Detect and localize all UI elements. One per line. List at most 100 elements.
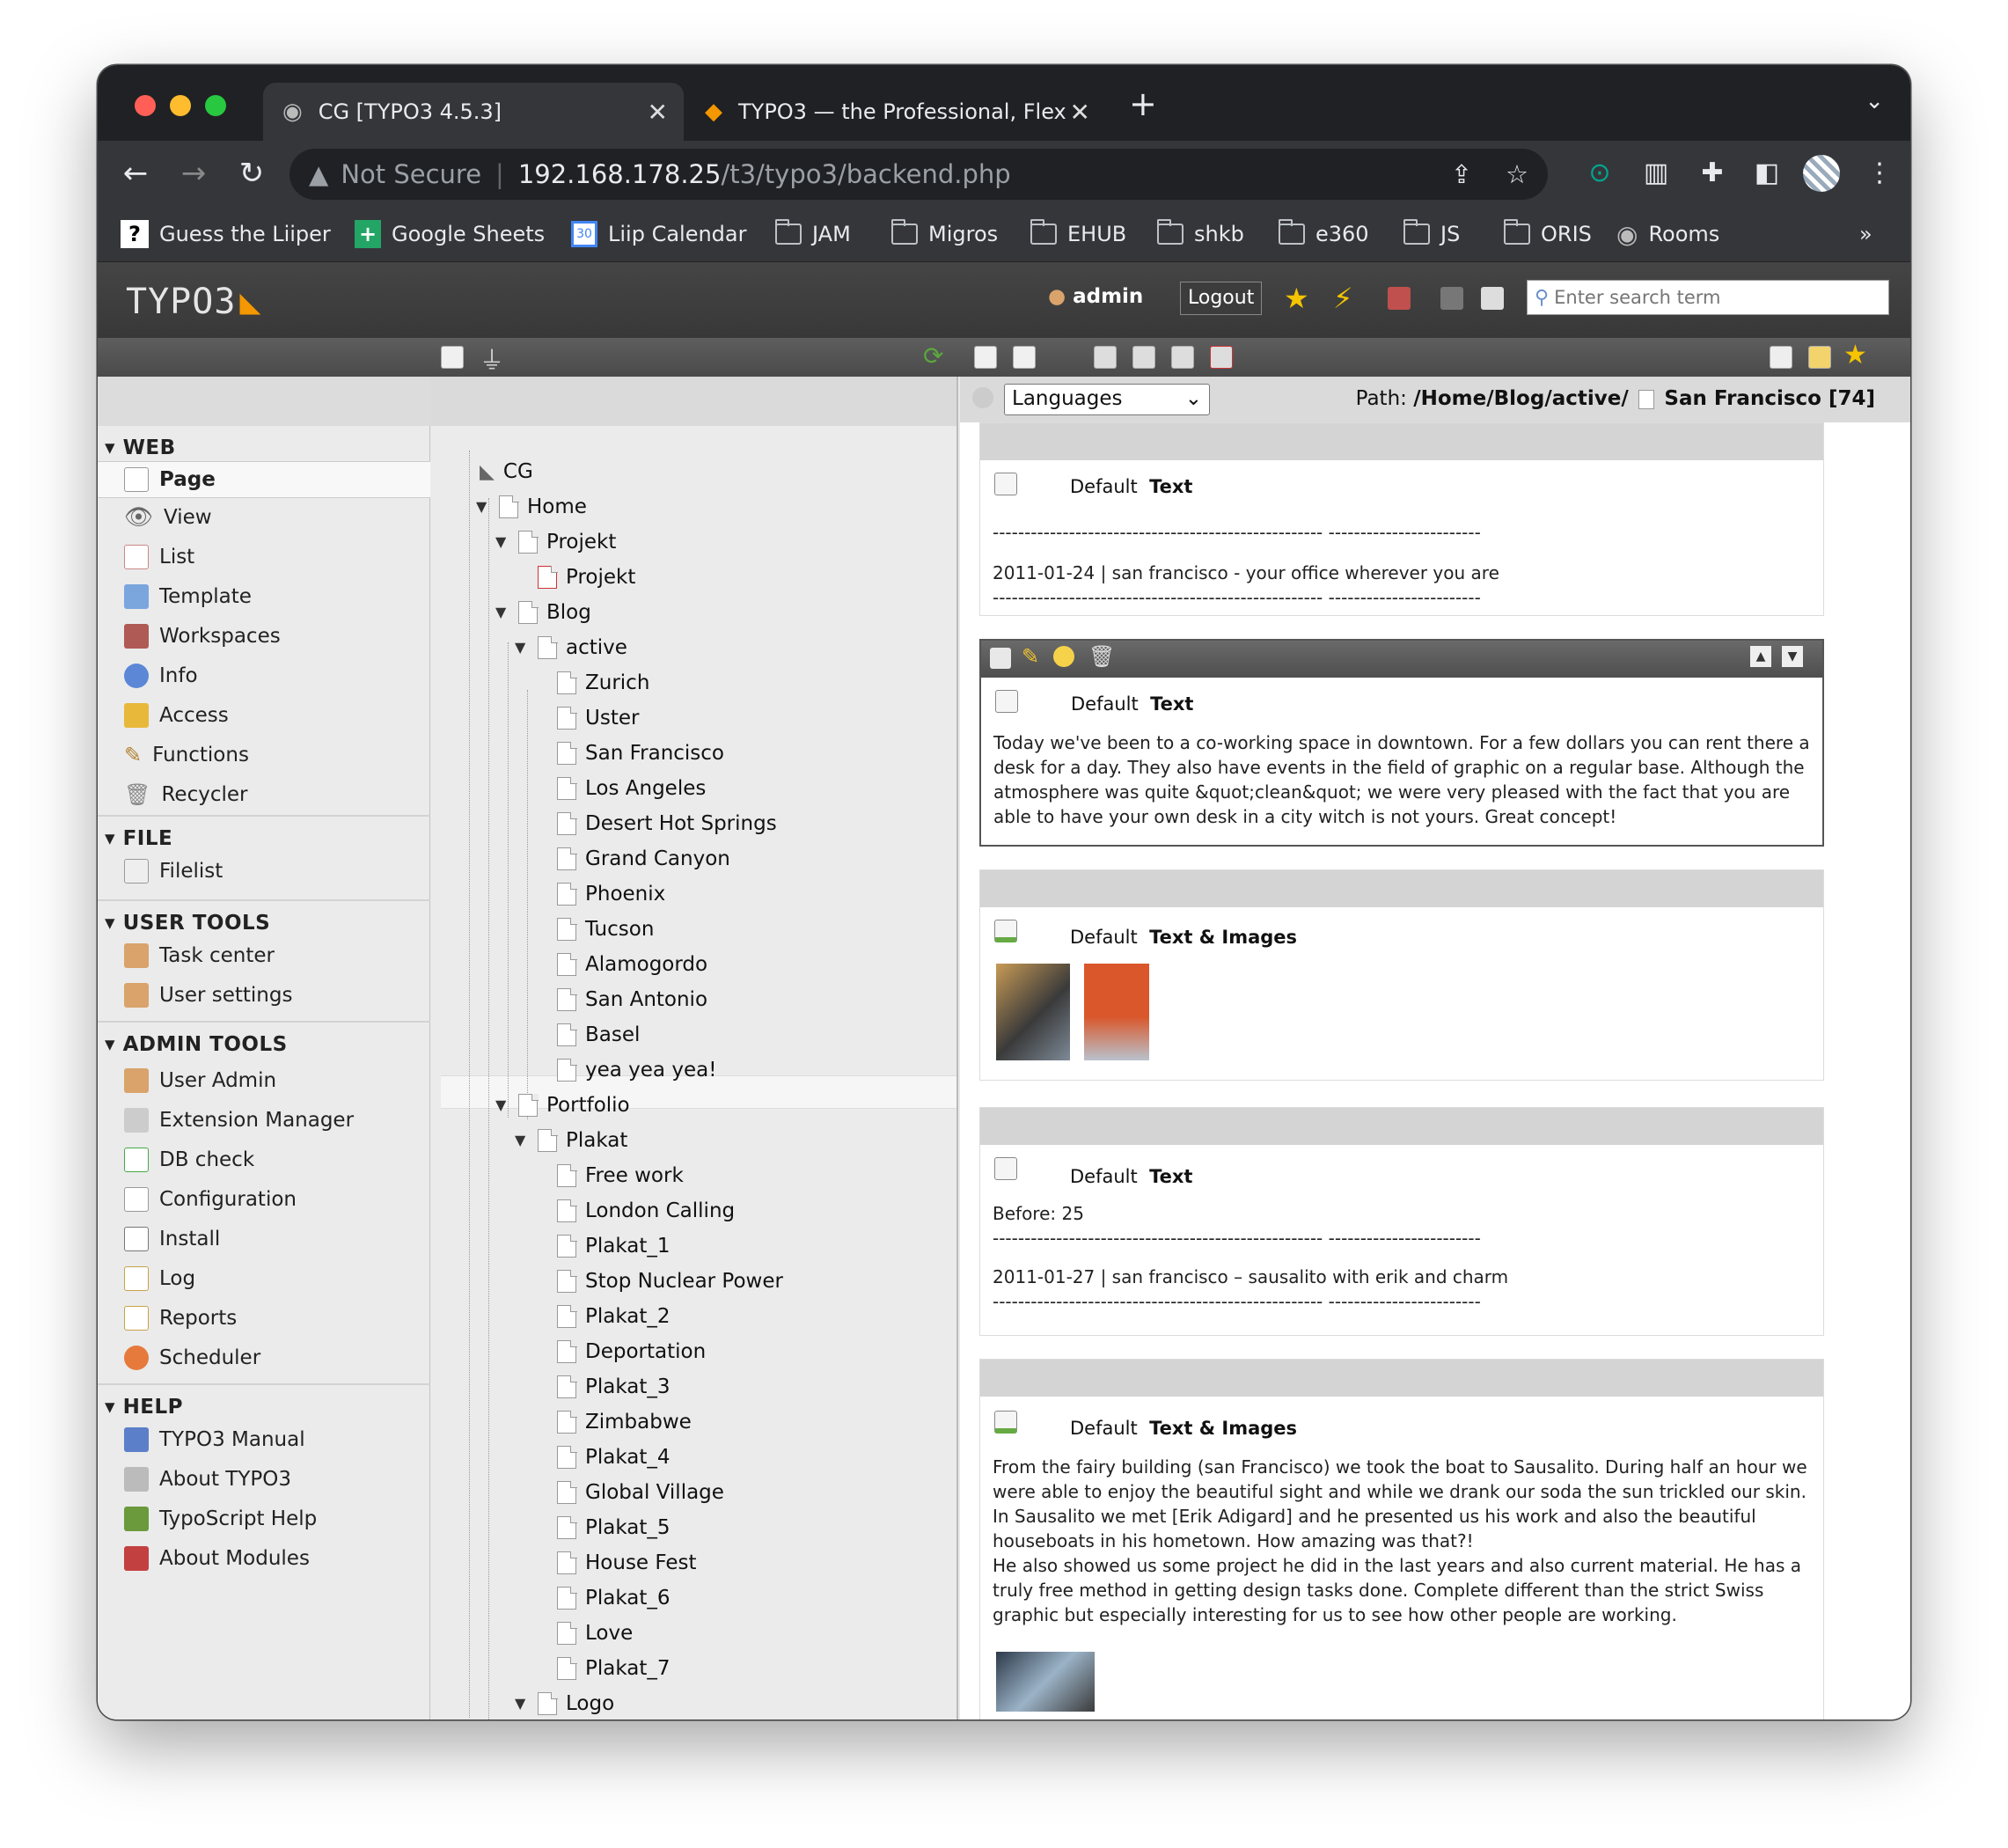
content-element-3[interactable]: Default Text & Images bbox=[979, 869, 1824, 1081]
backend-users-icon[interactable] bbox=[1440, 287, 1463, 310]
content-element-2[interactable]: ✎ 🗑︎ ▲ ▼ Default Text Today we've been t… bbox=[979, 639, 1824, 847]
tree-node[interactable]: Alamogordo bbox=[557, 949, 707, 980]
group-user-tools[interactable]: ▾ USER TOOLS bbox=[105, 912, 270, 935]
module-functions[interactable]: ✎ Functions bbox=[124, 739, 249, 771]
tree-toggle-icon[interactable]: ▼ bbox=[495, 604, 506, 620]
new-element-icon[interactable] bbox=[990, 648, 1011, 669]
tree-node[interactable]: Portfolio bbox=[518, 1089, 630, 1121]
tab-search-icon[interactable]: ⌄ bbox=[1865, 88, 1884, 114]
module-scheduler[interactable]: Scheduler bbox=[124, 1342, 260, 1374]
tree-node[interactable]: Plakat bbox=[538, 1125, 627, 1156]
move-page-icon[interactable] bbox=[1171, 346, 1194, 369]
module-view[interactable]: 👁︎ View bbox=[124, 502, 212, 533]
search-field[interactable]: ⚲ bbox=[1527, 280, 1889, 315]
tree-node[interactable]: Plakat_1 bbox=[557, 1230, 671, 1262]
bookmark-jam[interactable]: JAM bbox=[775, 218, 851, 250]
share-icon[interactable]: ⇪ bbox=[1451, 159, 1472, 189]
filter-icon[interactable]: ⏚ bbox=[480, 341, 504, 377]
edit-notes-icon[interactable] bbox=[1481, 287, 1504, 310]
bookmark-migros[interactable]: Migros bbox=[891, 218, 998, 250]
module-user-settings[interactable]: User settings bbox=[124, 979, 292, 1011]
tree-node[interactable]: Projekt bbox=[538, 561, 635, 593]
tree-node[interactable]: Grand Canyon bbox=[557, 843, 730, 875]
tree-node[interactable]: Home bbox=[499, 491, 587, 523]
module-install[interactable]: Install bbox=[124, 1223, 220, 1255]
module-template[interactable]: Template bbox=[124, 581, 252, 612]
tree-node[interactable]: Plakat_6 bbox=[557, 1582, 671, 1614]
tree-node[interactable]: Uster bbox=[557, 702, 639, 734]
group-web[interactable]: ▾ WEB bbox=[105, 436, 176, 459]
bookmark-oris[interactable]: ORIS bbox=[1504, 218, 1592, 250]
bookmark-e360[interactable]: e360 bbox=[1279, 218, 1369, 250]
module-reports[interactable]: Reports bbox=[124, 1302, 237, 1334]
content-element-5[interactable]: Default Text & Images From the fairy bui… bbox=[979, 1359, 1824, 1720]
page-history-icon[interactable] bbox=[1210, 346, 1233, 369]
tree-node[interactable]: Zimbabwe bbox=[557, 1406, 692, 1438]
bookmarks-overflow-button[interactable]: » bbox=[1859, 218, 1872, 250]
tree-node[interactable]: Plakat_5 bbox=[557, 1512, 671, 1544]
logout-button[interactable]: Logout bbox=[1180, 282, 1263, 315]
tree-node[interactable]: Tucson bbox=[557, 913, 654, 945]
close-tab-icon[interactable]: ✕ bbox=[648, 98, 668, 127]
module-about-typo3[interactable]: About TYPO3 bbox=[124, 1463, 291, 1495]
tree-node[interactable]: San Francisco bbox=[557, 737, 724, 769]
tree-node[interactable]: Blog bbox=[518, 597, 591, 628]
tree-node[interactable]: Stop Nuclear Power bbox=[557, 1265, 783, 1297]
profile-avatar[interactable] bbox=[1803, 155, 1840, 192]
back-icon[interactable]: ← bbox=[115, 153, 156, 194]
close-window-icon[interactable] bbox=[135, 95, 156, 116]
module-workspaces[interactable]: Workspaces bbox=[124, 620, 281, 652]
refresh-tree-icon[interactable]: ⟳ bbox=[923, 341, 943, 370]
content-element-1[interactable]: Default Text ---------------------------… bbox=[979, 422, 1824, 616]
tree-node[interactable]: Plakat_4 bbox=[557, 1441, 671, 1473]
tree-node[interactable]: Plakat_2 bbox=[557, 1301, 671, 1332]
new-record-icon[interactable] bbox=[1013, 346, 1036, 369]
languages-select[interactable]: Languages ⌄ bbox=[1004, 384, 1210, 415]
bookmarks-star-icon[interactable]: ★ bbox=[1284, 282, 1309, 315]
tree-node[interactable]: Basel bbox=[557, 1019, 640, 1051]
trash-extension-icon[interactable]: ▥ bbox=[1638, 155, 1675, 192]
extension-eye-icon[interactable]: ⊙ bbox=[1581, 155, 1618, 192]
reload-icon[interactable]: ↻ bbox=[231, 153, 272, 194]
module-db-check[interactable]: DB check bbox=[124, 1144, 254, 1176]
edit-page-icon[interactable] bbox=[1132, 346, 1155, 369]
address-bar[interactable]: ▲ Not Secure | 192.168.178.25 /t3/typo3/… bbox=[289, 149, 1548, 200]
module-list[interactable]: List bbox=[124, 541, 194, 573]
tree-toggle-icon[interactable]: ▼ bbox=[495, 1096, 506, 1113]
bookmark-google-sheets[interactable]: + Google Sheets bbox=[355, 218, 545, 250]
minimize-window-icon[interactable] bbox=[170, 95, 191, 116]
bookmark-shkb[interactable]: shkb bbox=[1157, 218, 1244, 250]
bookmark-rooms[interactable]: ◉ Rooms bbox=[1616, 218, 1719, 250]
tree-node[interactable]: Phoenix bbox=[557, 878, 665, 910]
tree-node[interactable]: House Fest bbox=[557, 1547, 697, 1579]
bookmark-liip-calendar[interactable]: 30 Liip Calendar bbox=[571, 218, 747, 250]
search-input[interactable] bbox=[1554, 287, 1872, 308]
module-user-admin[interactable]: User Admin bbox=[124, 1065, 276, 1096]
hide-lightbulb-icon[interactable] bbox=[1053, 646, 1074, 667]
module-recycler[interactable]: 🗑︎ Recycler bbox=[124, 779, 247, 810]
tree-node[interactable]: Free work bbox=[557, 1160, 684, 1192]
tree-toggle-icon[interactable]: ▼ bbox=[495, 533, 506, 550]
tree-node[interactable]: Projekt bbox=[518, 526, 616, 558]
shortcut-star-icon[interactable]: ★ bbox=[1843, 340, 1867, 370]
bookmark-star-icon[interactable]: ☆ bbox=[1506, 159, 1528, 189]
group-admin-tools[interactable]: ▾ ADMIN TOOLS bbox=[105, 1033, 288, 1056]
list-view-icon[interactable] bbox=[1770, 346, 1792, 369]
tree-node[interactable]: active bbox=[538, 632, 627, 664]
close-tab-icon[interactable]: ✕ bbox=[1070, 98, 1090, 127]
module-about-modules[interactable]: About Modules bbox=[124, 1543, 310, 1574]
clipboard-icon[interactable] bbox=[1808, 346, 1831, 369]
module-task-center[interactable]: Task center bbox=[124, 940, 275, 972]
module-typoscript-help[interactable]: TypoScript Help bbox=[124, 1503, 317, 1535]
image-thumbnail[interactable] bbox=[996, 1652, 1095, 1712]
view-page-icon[interactable] bbox=[1094, 346, 1117, 369]
module-info[interactable]: Info bbox=[124, 660, 198, 692]
new-content-icon[interactable] bbox=[974, 346, 997, 369]
bookmark-ehub[interactable]: EHUB bbox=[1030, 218, 1126, 250]
move-up-icon[interactable]: ▲ bbox=[1750, 646, 1771, 667]
image-thumbnail[interactable] bbox=[996, 964, 1070, 1060]
help-icon[interactable] bbox=[972, 387, 993, 408]
module-filelist[interactable]: Filelist bbox=[124, 855, 223, 887]
tree-node[interactable]: Desert Hot Springs bbox=[557, 808, 777, 840]
image-thumbnail[interactable] bbox=[1084, 964, 1149, 1060]
